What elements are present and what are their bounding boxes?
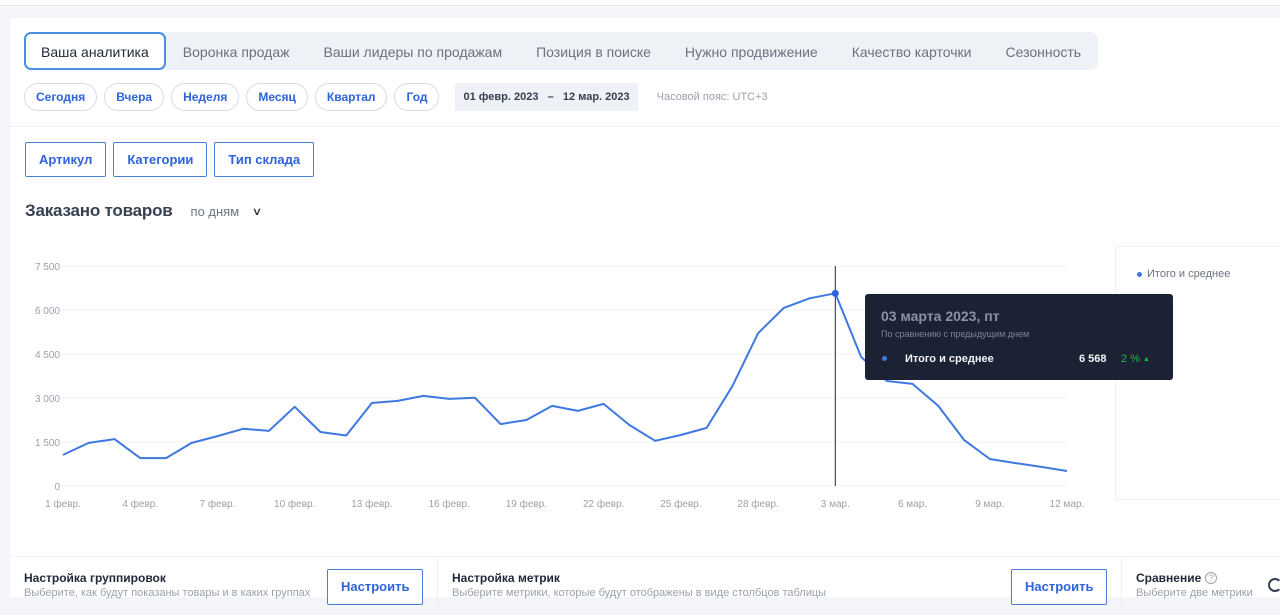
analytics-page: Ваша аналитика Воронка продаж Ваши лидеры … [10,18,1280,615]
grouping-settings-panel: Настройка группировок Выберите, как буду… [24,557,424,605]
tooltip-change-value: 2 % [1121,353,1140,365]
x-tick-label: 13 февр. [351,498,392,510]
configure-grouping-button[interactable]: Настроить [327,569,424,605]
x-tick-label: 9 мар. [975,499,1004,510]
legend-label: Итого и среднее [1147,268,1231,280]
y-tick-label: 1 500 [35,438,60,449]
x-tick-label: 22 февр. [583,498,624,510]
comparison-title: Сравнение? [1136,571,1218,585]
x-tick-label: 16 февр. [428,498,469,510]
help-icon[interactable]: ? [1205,572,1218,584]
x-tick-label: 12 мар. [1050,499,1085,510]
metrics-settings-title: Настройка метрик [452,571,560,585]
y-tick-label: 4 500 [35,350,60,361]
panel-separator [1121,557,1122,615]
x-tick-label: 3 мар. [821,499,850,510]
tooltip-date: 03 марта 2023, пт [881,308,1000,324]
metrics-settings-panel: Настройка метрик Выберите метрики, котор… [452,557,1112,605]
grouping-settings-desc: Выберите, как будут показаны товары и в … [24,587,311,599]
x-tick-label: 25 февр. [660,498,701,510]
x-tick-label: 7 февр. [200,498,236,510]
x-tick-label: 1 февр. [45,498,81,510]
y-tick-label: 3 000 [35,394,60,405]
y-tick-label: 0 [54,482,60,493]
x-tick-label: 28 февр. [737,498,778,510]
panel-separator [437,557,438,615]
configure-metrics-button[interactable]: Настроить [1011,569,1108,605]
tooltip-change: 2 % ▲ [1121,353,1150,365]
comparison-panel: Сравнение? Выберите две метрики [1136,557,1276,599]
x-tick-label: 6 мар. [898,499,927,510]
arrow-up-icon: ▲ [1143,356,1150,363]
x-tick-label: 19 февр. [506,498,547,510]
legend-dot-icon [1137,271,1142,277]
x-tick-label: 10 февр. [274,498,315,510]
y-tick-label: 7 500 [35,262,60,273]
grouping-settings-title: Настройка группировок [24,571,166,585]
legend-item[interactable]: Итого и среднее [1137,268,1230,280]
tooltip-value: 6 568 [1079,353,1107,365]
tooltip-subtitle: По сравнению с предыдущим днем [881,329,1030,339]
comparison-toggle[interactable] [1268,578,1280,592]
comparison-desc: Выберите две метрики [1136,587,1253,599]
comparison-title-text: Сравнение [1136,571,1202,585]
chart-tooltip: 03 марта 2023, пт По сравнению с предыду… [865,294,1173,380]
y-tick-label: 6 000 [35,306,60,317]
top-bar [0,0,1280,6]
x-tick-label: 4 февр. [122,498,158,510]
orders-line-chart[interactable]: 0 1 500 3 000 4 500 6 000 7 500 1 февр. 4 февр.… [10,18,1110,528]
highlight-point [831,289,839,297]
series-dot-icon [882,356,887,361]
tooltip-series-name: Итого и среднее [905,353,994,365]
metrics-settings-desc: Выберите метрики, которые будут отображе… [452,587,827,599]
